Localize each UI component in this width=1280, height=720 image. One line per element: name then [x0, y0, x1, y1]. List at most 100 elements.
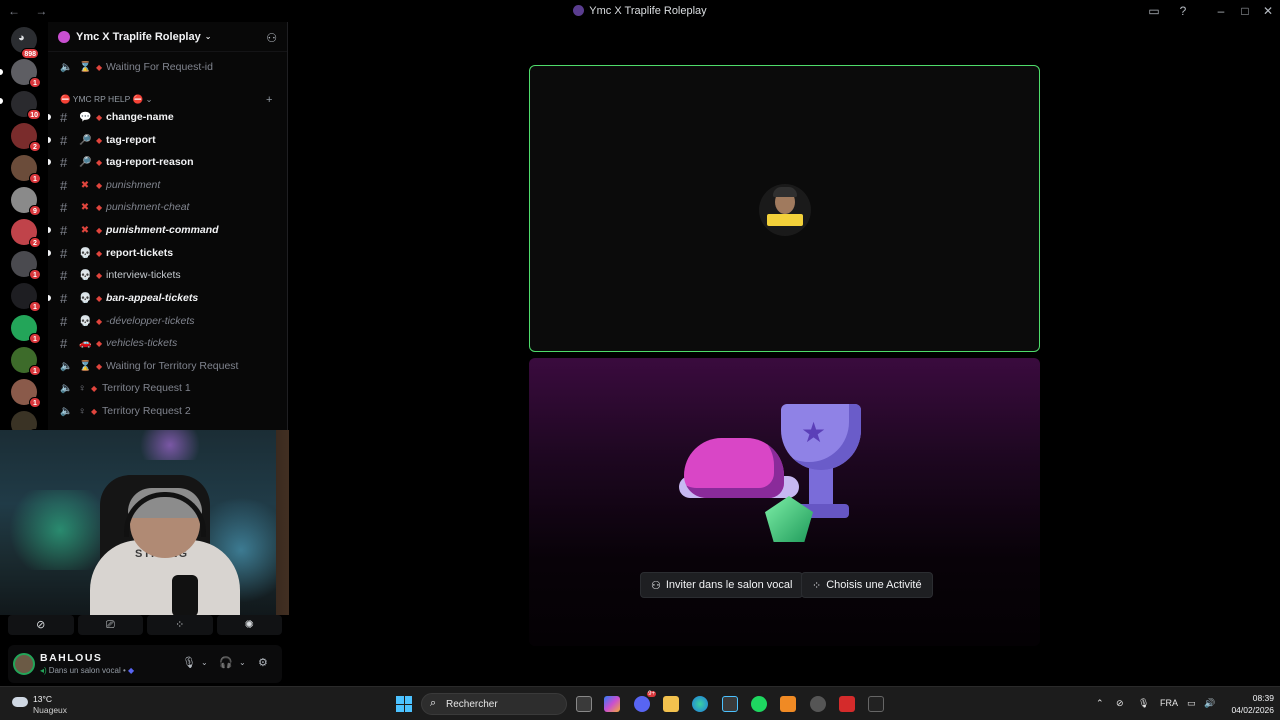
diamond-icon: ◆ — [96, 180, 103, 190]
add-channel-icon[interactable]: + — [266, 94, 272, 106]
edge-icon[interactable] — [692, 696, 708, 712]
file-explorer-icon[interactable] — [663, 696, 679, 712]
app-icon[interactable] — [868, 696, 884, 712]
server-icon[interactable]: 9 — [11, 187, 41, 216]
app-icon[interactable] — [810, 696, 826, 712]
channel-sidebar: Ymc X Traplife Roleplay ⌄ ⚇ 🔈 ⌛ ◆ Waitin… — [48, 22, 288, 430]
channel-name: interview-tickets — [106, 269, 181, 281]
channel-emoji: 🔎 — [79, 156, 92, 168]
add-member-icon[interactable]: ⚇ — [266, 31, 277, 45]
help-icon[interactable]: ? — [1175, 3, 1191, 19]
participant-tile[interactable] — [529, 65, 1040, 352]
unread-pill — [48, 227, 51, 233]
server-icon[interactable]: 10 — [11, 91, 41, 120]
server-icon[interactable]: 2 — [11, 123, 41, 152]
username: BAHLOUS — [40, 652, 103, 664]
channel-name: Territory Request 1 — [102, 382, 191, 394]
server-icon[interactable]: 1 — [11, 379, 41, 408]
add-person-icon: ⚇ — [651, 579, 661, 592]
avatar[interactable] — [13, 653, 35, 675]
text-channel[interactable]: # ✖ ◆ punishment — [48, 175, 287, 195]
trophy-stem — [809, 468, 833, 508]
activity-panel: ★ ⚇ Inviter dans le salon vocal ⁘ Choisi… — [529, 358, 1040, 646]
category-header[interactable]: ⛔ YMC RP HELP ⛔ ⌄ + — [60, 94, 272, 106]
camera-off-button[interactable]: ⊘ — [8, 615, 74, 635]
server-header[interactable]: Ymc X Traplife Roleplay ⌄ ⚇ — [48, 22, 287, 52]
hash-icon: # — [60, 132, 68, 148]
text-channel[interactable]: # 🔎 ◆ tag-report-reason — [48, 152, 287, 172]
voice-channel[interactable]: 🔈 ⌛ ◆ Waiting For Request-id — [48, 57, 287, 77]
voice-channel[interactable]: 🔈 ♀ ◆ Territory Request 1 — [48, 378, 287, 398]
server-icon[interactable]: 1 — [11, 283, 41, 312]
headset-icon[interactable]: 🎧 — [219, 656, 233, 669]
server-icon[interactable]: 1 — [11, 315, 41, 344]
server-icon — [58, 30, 70, 43]
app-icon[interactable] — [780, 696, 796, 712]
app-icon[interactable] — [839, 696, 855, 712]
text-channel[interactable]: # 🚗 ◆ vehicles-tickets — [48, 333, 287, 353]
server-icon[interactable]: 1 — [11, 347, 41, 376]
direct-messages-button[interactable]: ◕ 898 — [11, 27, 39, 59]
mute-icon[interactable]: 🎙 — [182, 656, 196, 669]
text-channel[interactable]: # ✖ ◆ punishment-command — [48, 220, 287, 240]
discord-icon[interactable]: 9+ — [634, 691, 656, 712]
gear-icon[interactable]: ⚙ — [258, 656, 268, 669]
chevron-down-icon[interactable]: ⌄ — [239, 658, 246, 667]
spotify-icon[interactable] — [751, 696, 767, 712]
close-button[interactable]: ✕ — [1260, 3, 1276, 19]
diamond-icon: ◆ — [96, 62, 103, 72]
text-channel[interactable]: # 💀 ◆ report-tickets — [48, 243, 287, 263]
channel-emoji: 💀 — [79, 247, 92, 259]
store-icon[interactable] — [722, 696, 738, 712]
diamond-icon: ◆ — [96, 293, 103, 303]
channel-emoji: ♀ — [78, 405, 86, 417]
diamond-icon: ◆ — [91, 383, 98, 393]
server-icon[interactable]: 2 — [11, 219, 41, 248]
display-icon[interactable]: ▭ — [1187, 698, 1196, 709]
chevron-down-icon[interactable]: ⌄ — [201, 658, 208, 667]
chevron-up-icon[interactable]: ⌃ — [1096, 698, 1104, 709]
clock[interactable]: 08:39 04/02/2026 — [1222, 692, 1274, 716]
server-icon[interactable]: 1 — [11, 251, 41, 280]
weather-widget[interactable]: 13°C Nuageux — [12, 693, 92, 717]
speaker-icon: 🔈 — [60, 360, 73, 372]
minimize-button[interactable]: – — [1213, 3, 1229, 19]
home-badge: 898 — [21, 48, 39, 59]
weather-condition: Nuageux — [33, 705, 68, 715]
voice-channel[interactable]: 🔈 ⌛ ◆ Waiting for Territory Request — [48, 356, 287, 376]
text-channel[interactable]: # 💀 ◆ -développer-tickets — [48, 311, 287, 331]
network-off-icon[interactable]: ⊘ — [1116, 698, 1124, 709]
channel-emoji: 🔎 — [79, 134, 92, 146]
shell-illustration — [684, 438, 784, 498]
invite-to-voice-button[interactable]: ⚇ Inviter dans le salon vocal — [640, 572, 804, 598]
microphone — [172, 575, 198, 615]
text-channel[interactable]: # ✖ ◆ punishment-cheat — [48, 197, 287, 217]
text-channel[interactable]: # 🔎 ◆ tag-report — [48, 130, 287, 150]
text-channel[interactable]: # 💀 ◆ ban-appeal-tickets — [48, 288, 287, 308]
screen-share-button[interactable]: ⎚ — [77, 615, 143, 635]
voice-channel[interactable]: 🔈 ♀ ◆ Territory Request 2 — [48, 401, 287, 421]
soundboard-button[interactable]: ✺ — [216, 615, 282, 635]
volume-icon[interactable]: 🔊 — [1204, 698, 1215, 709]
text-channel[interactable]: # 💬 ◆ change-name — [48, 107, 287, 127]
screen-share-icon[interactable]: ▭ — [1146, 3, 1162, 19]
maximize-button[interactable]: □ — [1237, 3, 1253, 19]
hash-icon: # — [60, 199, 68, 215]
activity-button[interactable]: ⁘ — [147, 615, 213, 635]
taskbar-search[interactable]: ⌕ Rechercher — [421, 693, 567, 715]
text-channel[interactable]: # 💀 ◆ interview-tickets — [48, 265, 287, 285]
server-icon[interactable]: 1 — [11, 155, 41, 184]
start-button[interactable] — [396, 696, 412, 712]
diamond-icon: ◆ — [96, 225, 103, 235]
window-title: Ymc X Traplife Roleplay — [0, 5, 1280, 17]
copilot-icon[interactable] — [604, 696, 620, 712]
task-view-icon[interactable] — [576, 696, 592, 712]
microphone-icon[interactable]: 🎙 — [1138, 698, 1149, 709]
choose-activity-button[interactable]: ⁘ Choisis une Activité — [801, 572, 933, 598]
language-indicator[interactable]: FRA — [1160, 698, 1178, 708]
server-icon[interactable]: 1 — [11, 59, 41, 88]
hash-icon: # — [60, 109, 68, 125]
star-icon: ★ — [801, 417, 827, 448]
channel-name: change-name — [106, 111, 174, 123]
avatar-cap — [773, 187, 797, 197]
